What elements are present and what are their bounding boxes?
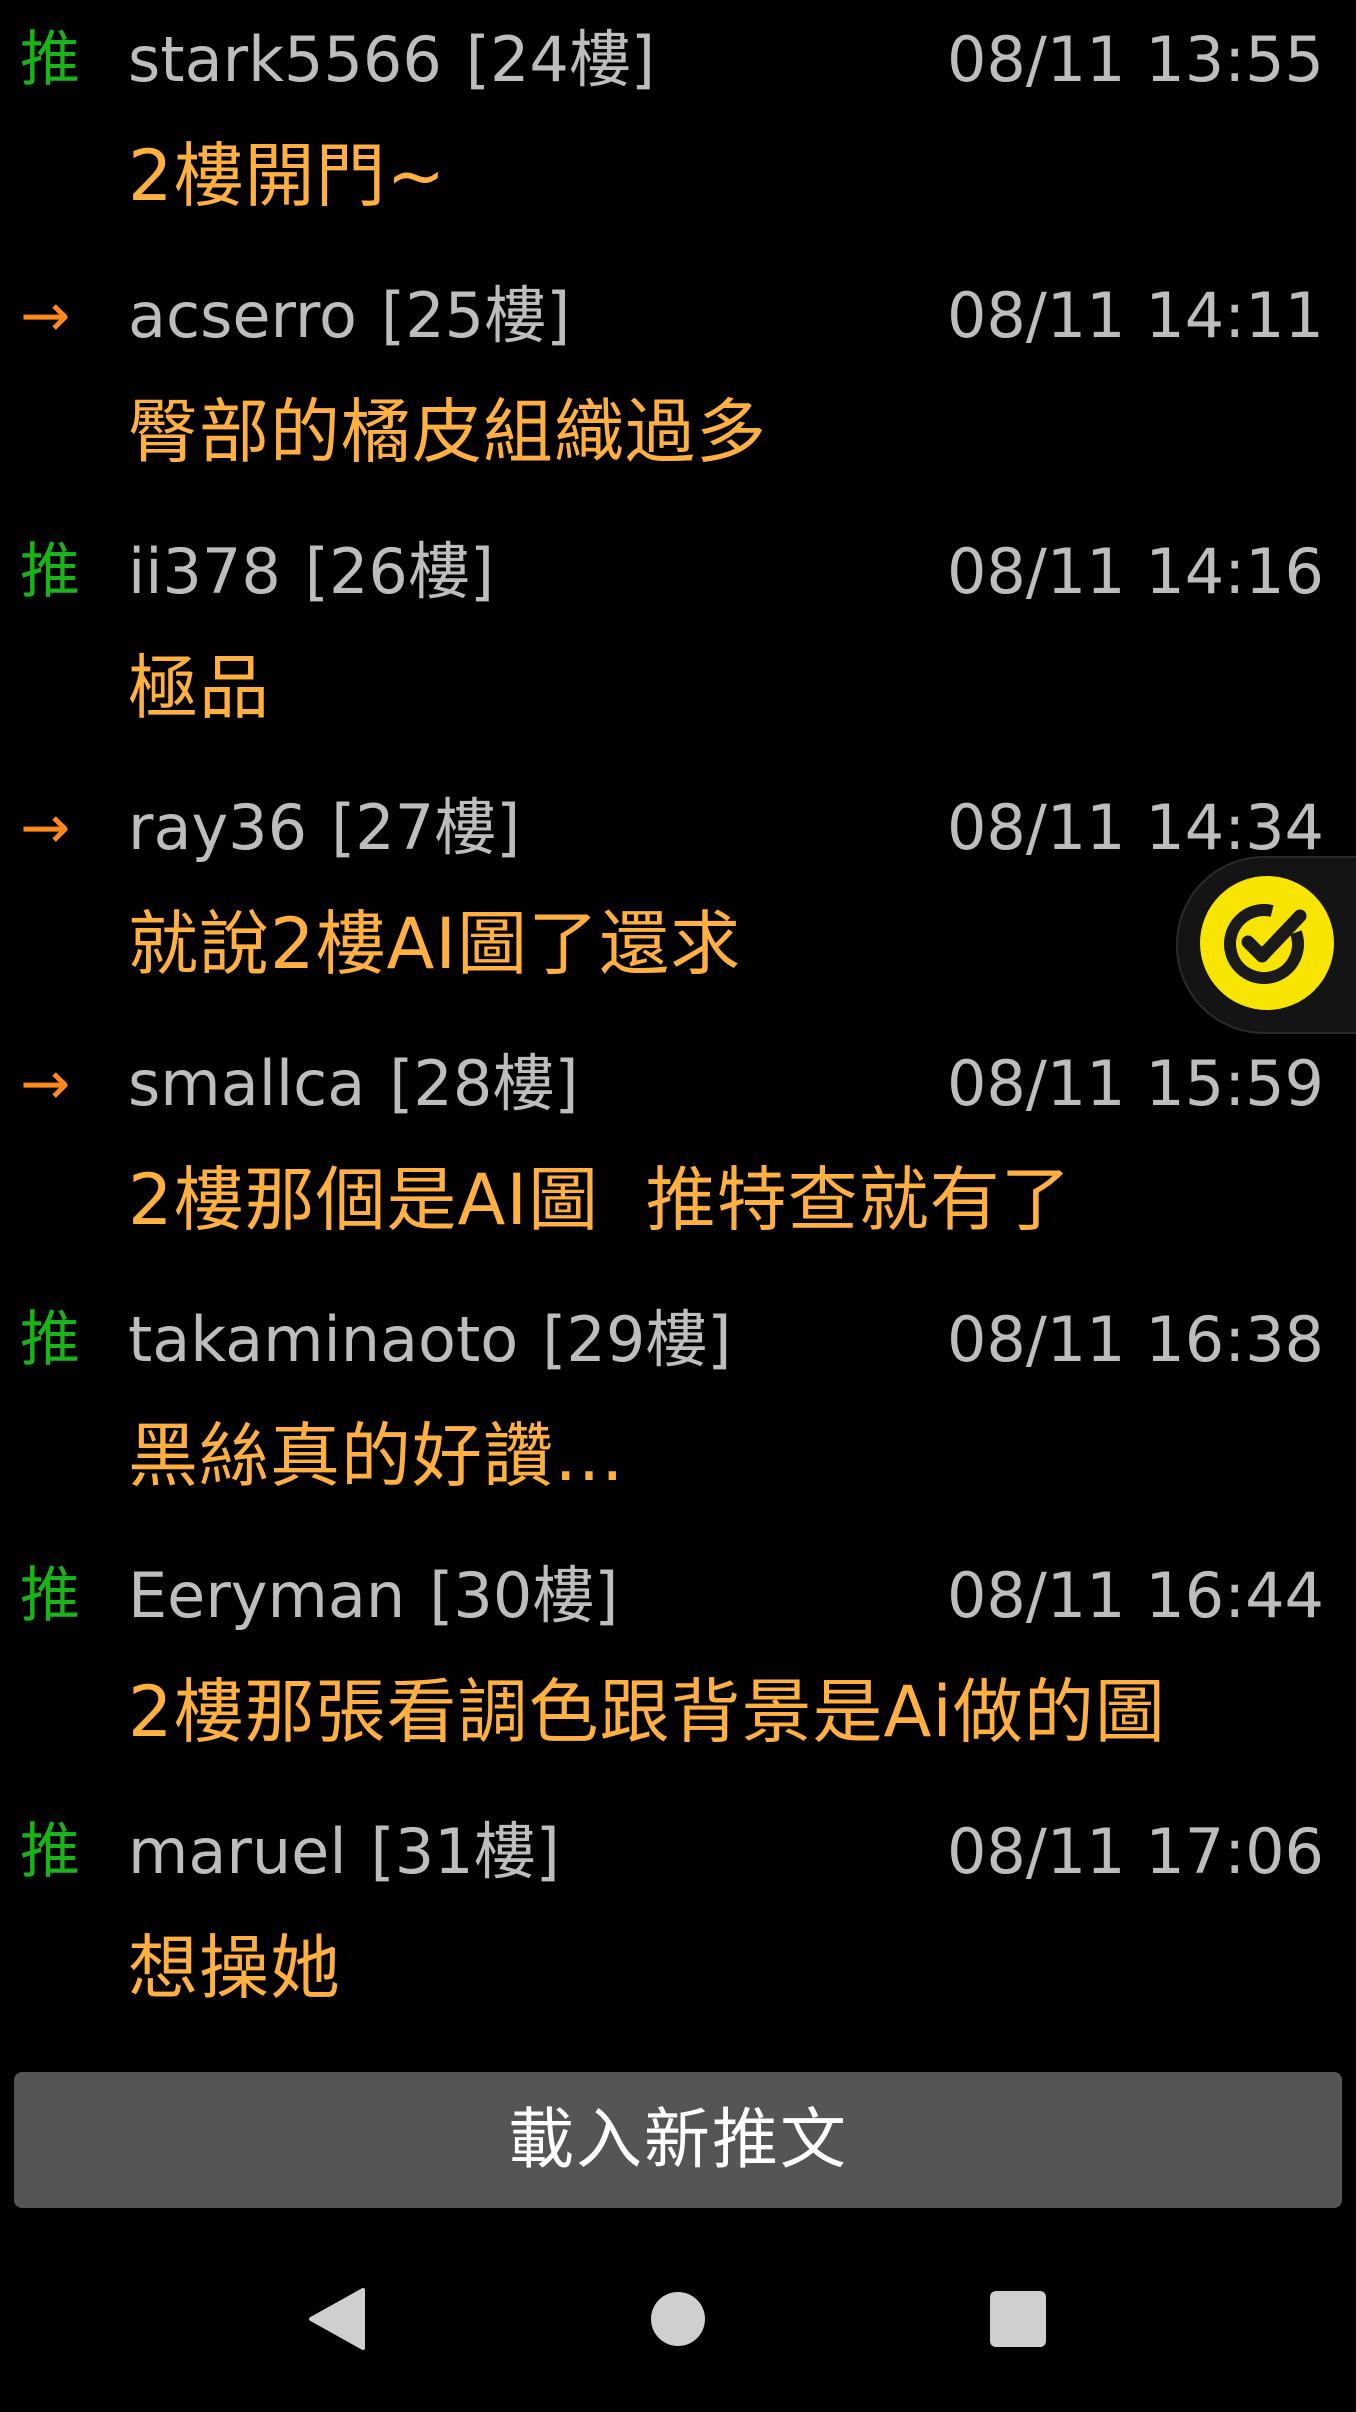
floor-number: [25樓] — [381, 279, 571, 352]
floor-number: [24樓] — [465, 23, 656, 96]
author-id[interactable]: Eeryman — [128, 1559, 405, 1632]
comment-item: → acserro [25樓] 08/11 14:11 臀部的橘皮組織過多 — [0, 256, 1356, 512]
floating-check-button[interactable] — [1176, 856, 1356, 1034]
push-tag: 推 — [20, 1817, 80, 1887]
comment-time: 08/11 16:38 — [946, 1303, 1324, 1376]
home-circle-icon — [651, 2292, 705, 2346]
floor-number: [28樓] — [389, 1047, 579, 1120]
author-id[interactable]: ray36 — [128, 791, 307, 864]
comment-author[interactable]: Eeryman [30樓] — [128, 1558, 618, 1634]
comment-content: 黑絲真的好讚… — [128, 1415, 625, 1497]
comment-content: 就說2樓AI圖了還求 — [128, 903, 742, 985]
author-id[interactable]: stark5566 — [128, 23, 442, 96]
author-id[interactable]: takaminaoto — [128, 1303, 518, 1376]
comment-author[interactable]: smallca [28樓] — [128, 1046, 579, 1122]
comment-item: 推 Eeryman [30樓] 08/11 16:44 2樓那張看調色跟背景是Ai… — [0, 1536, 1356, 1792]
nav-back-button[interactable] — [258, 2244, 418, 2394]
author-id[interactable]: smallca — [128, 1047, 365, 1120]
comment-time: 08/11 16:44 — [946, 1559, 1324, 1632]
arrow-tag: → — [20, 281, 71, 351]
load-new-comments-button[interactable]: 載入新推文 — [14, 2072, 1342, 2208]
arrow-tag: → — [20, 1049, 71, 1119]
back-triangle-icon — [309, 2288, 365, 2350]
comment-content: 2樓那個是AI圖 推特查就有了 — [128, 1159, 1072, 1241]
nav-recents-button[interactable] — [938, 2244, 1098, 2394]
comment-item: → ray36 [27樓] 08/11 14:34 就說2樓AI圖了還求 — [0, 768, 1356, 1024]
floor-number: [27樓] — [331, 791, 521, 864]
comment-item: 推 ii378 [26樓] 08/11 14:16 極品 — [0, 512, 1356, 768]
comment-content: 極品 — [128, 647, 270, 729]
check-circle-icon[interactable] — [1200, 876, 1334, 1010]
comment-content: 2樓開門~ — [128, 135, 447, 217]
nav-home-button[interactable] — [598, 2244, 758, 2394]
comment-item: 推 maruel [31樓] 08/11 17:06 想操她 — [0, 1792, 1356, 2048]
comment-time: 08/11 17:06 — [946, 1815, 1324, 1888]
comment-content: 2樓那張看調色跟背景是Ai做的圖 — [128, 1671, 1166, 1753]
comment-author[interactable]: maruel [31樓] — [128, 1814, 560, 1890]
comment-time: 08/11 14:11 — [946, 279, 1324, 352]
arrow-tag: → — [20, 793, 71, 863]
author-id[interactable]: ii378 — [128, 535, 281, 608]
system-navigation-bar — [0, 2244, 1356, 2412]
comment-time: 08/11 15:59 — [946, 1047, 1324, 1120]
comment-time: 08/11 14:16 — [946, 535, 1324, 608]
comment-item: → smallca [28樓] 08/11 15:59 2樓那個是AI圖 推特查就… — [0, 1024, 1356, 1280]
comment-content: 想操她 — [128, 1927, 341, 2009]
push-tag: 推 — [20, 1561, 80, 1631]
push-tag: 推 — [20, 1305, 80, 1375]
comment-author[interactable]: ii378 [26樓] — [128, 534, 494, 610]
author-id[interactable]: maruel — [128, 1815, 347, 1888]
comment-author[interactable]: takaminaoto [29樓] — [128, 1302, 731, 1378]
comment-author[interactable]: stark5566 [24樓] — [128, 22, 655, 98]
floor-number: [26樓] — [304, 535, 495, 608]
comment-content: 臀部的橘皮組織過多 — [128, 391, 767, 473]
comment-time: 08/11 14:34 — [946, 791, 1324, 864]
comment-item: 推 stark5566 [24樓] 08/11 13:55 2樓開門~ — [0, 0, 1356, 256]
push-tag: 推 — [20, 25, 80, 95]
comment-item: 推 takaminaoto [29樓] 08/11 16:38 黑絲真的好讚… — [0, 1280, 1356, 1536]
author-id[interactable]: acserro — [128, 279, 357, 352]
comment-author[interactable]: ray36 [27樓] — [128, 790, 520, 866]
check-circle-glyph — [1224, 904, 1307, 984]
floor-number: [29樓] — [542, 1303, 732, 1376]
floor-number: [30樓] — [429, 1559, 619, 1632]
push-tag: 推 — [20, 537, 80, 607]
recents-square-icon — [990, 2291, 1046, 2347]
comment-author[interactable]: acserro [25樓] — [128, 278, 570, 354]
comment-time: 08/11 13:55 — [946, 23, 1324, 96]
floor-number: [31樓] — [370, 1815, 560, 1888]
